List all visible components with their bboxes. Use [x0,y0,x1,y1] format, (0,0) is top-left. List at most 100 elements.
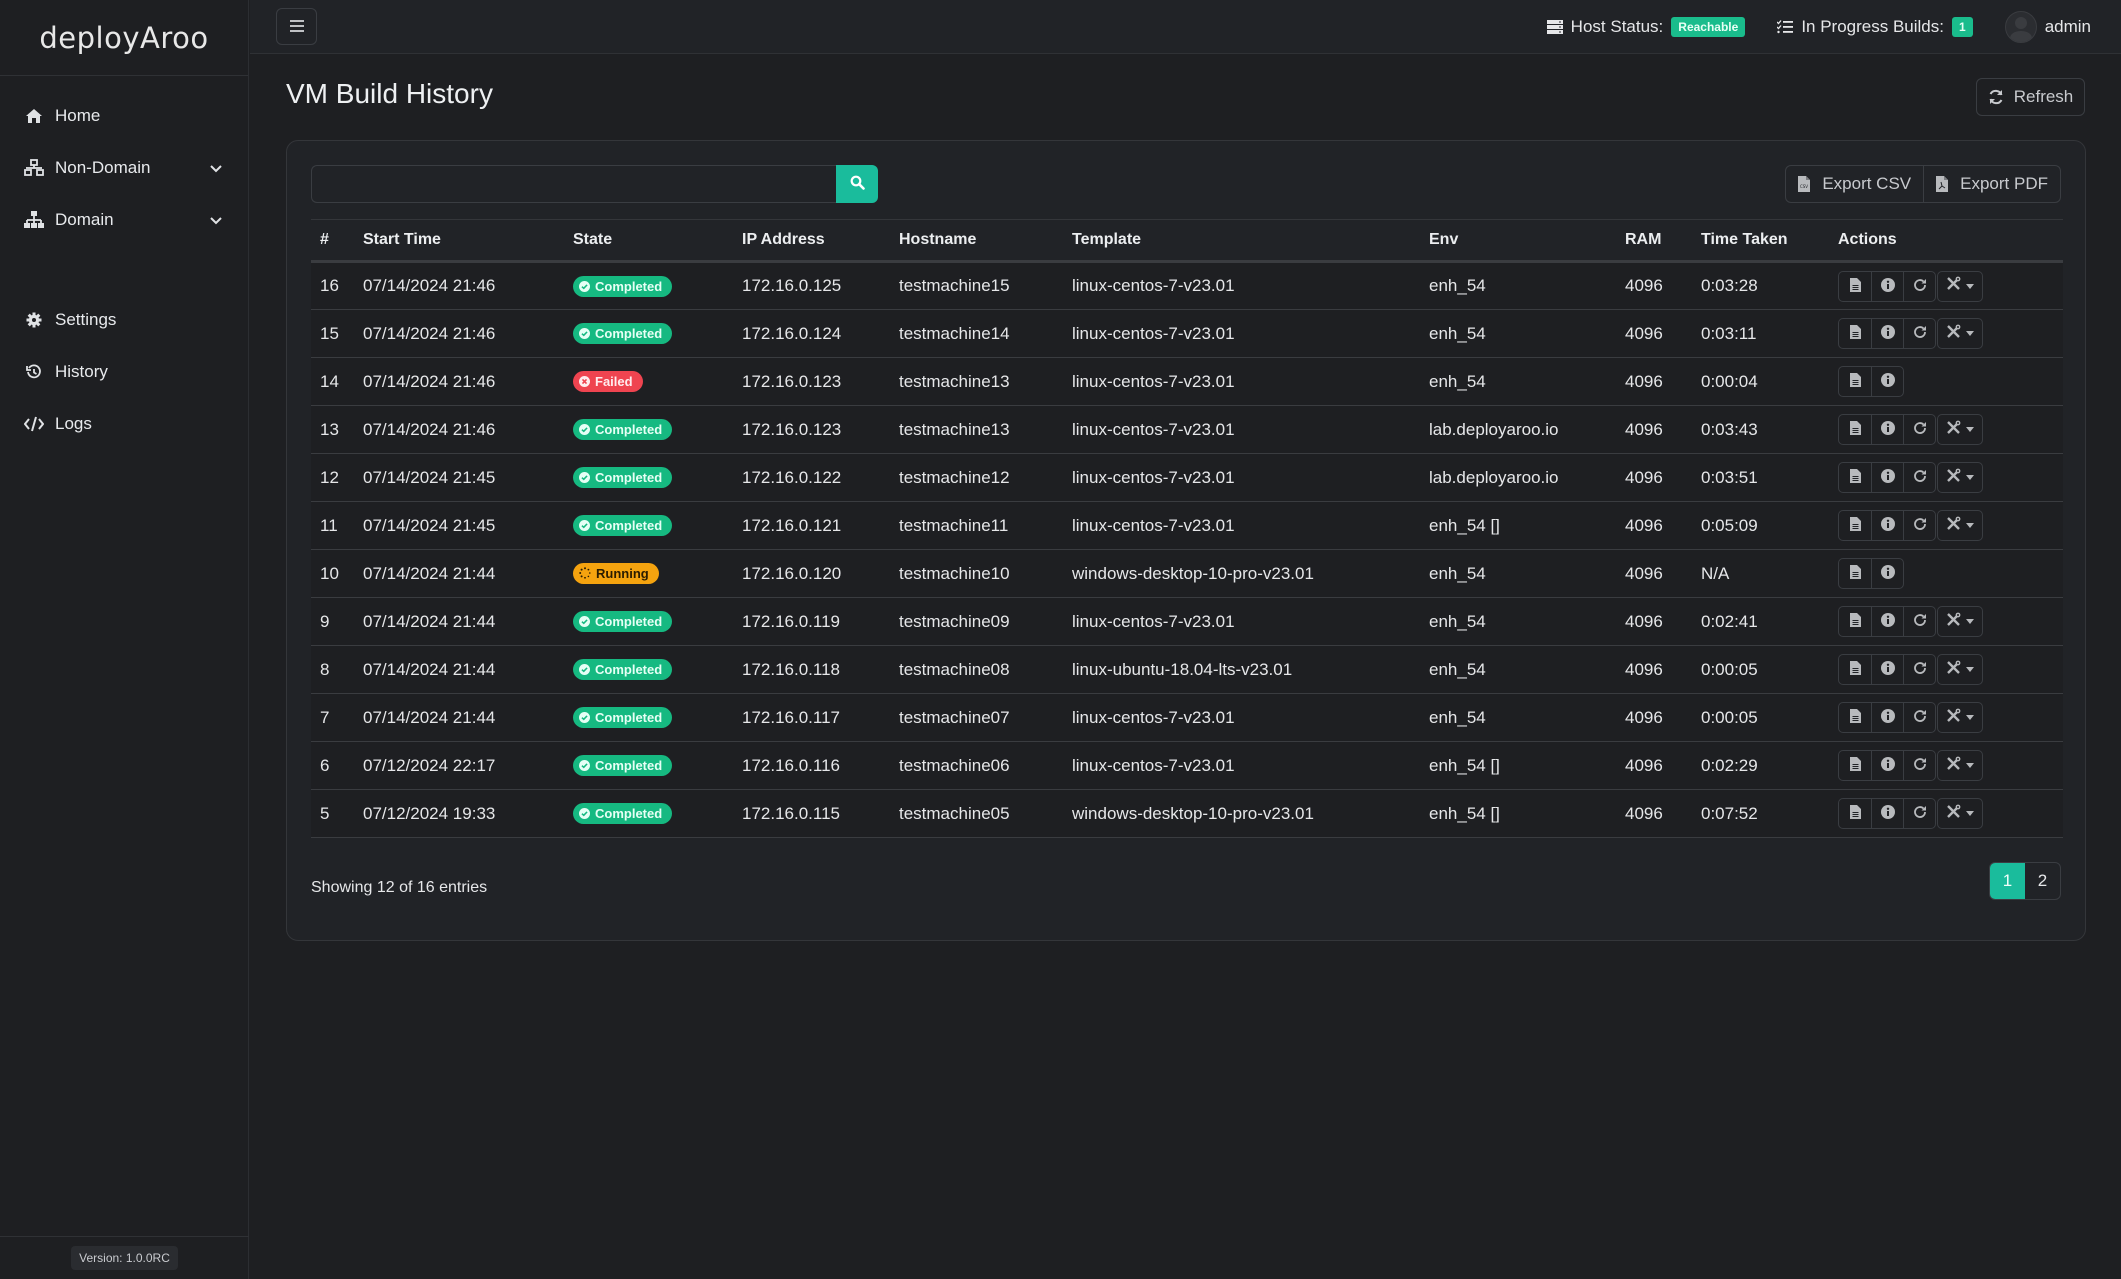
view-log-button[interactable] [1839,559,1871,588]
table-row[interactable]: 11 07/14/2024 21:45 Completed 172.16.0.1… [311,501,2063,550]
view-log-button[interactable] [1839,367,1871,396]
info-button[interactable] [1871,319,1903,348]
info-button[interactable] [1871,607,1903,636]
rebuild-button[interactable] [1903,799,1935,828]
status-badge-label: Running [596,565,649,581]
cell-template: linux-centos-7-v23.01 [1072,467,1235,487]
cell-state: Completed [564,310,733,358]
info-button[interactable] [1871,463,1903,492]
cell-template: linux-centos-7-v23.01 [1072,755,1235,775]
cell-template: linux-centos-7-v23.01 [1072,707,1235,727]
search-input[interactable] [311,165,836,203]
rebuild-button[interactable] [1903,655,1935,684]
info-button[interactable] [1871,751,1903,780]
chevron-down-icon[interactable] [208,160,224,176]
page-button-2[interactable]: 2 [2025,863,2060,899]
info-button[interactable] [1871,559,1903,588]
page-button-1[interactable]: 1 [1990,863,2025,899]
cell-env: enh_54 [1429,371,1486,391]
sidebar-toggle-button[interactable] [276,8,317,45]
column-header-ip-address[interactable]: IP Address [733,219,890,263]
chevron-down-icon[interactable] [208,212,224,228]
refresh-button[interactable]: Refresh [1976,78,2085,116]
info-button[interactable] [1871,655,1903,684]
table-row[interactable]: 6 07/12/2024 22:17 Completed 172.16.0.11… [311,741,2063,790]
view-log-button[interactable] [1839,703,1871,732]
tools-dropdown-button[interactable] [1937,750,1983,781]
in-progress-builds[interactable]: In Progress Builds: 1 [1777,16,1973,37]
rebuild-button[interactable] [1903,751,1935,780]
tools-dropdown-button[interactable] [1937,318,1983,349]
view-log-button[interactable] [1839,751,1871,780]
caret-down-icon [1966,283,1974,289]
table-row[interactable]: 5 07/12/2024 19:33 Completed 172.16.0.11… [311,789,2063,838]
x-circle-icon [579,376,590,387]
user-menu[interactable]: admin [2004,10,2091,43]
info-button[interactable] [1871,367,1903,396]
rebuild-button[interactable] [1903,607,1935,636]
view-log-button[interactable] [1839,463,1871,492]
sidebar-item-settings[interactable]: Settings [0,294,248,346]
caret-down-icon [1966,427,1974,432]
view-log-button[interactable] [1839,319,1871,348]
cell-time-taken: 0:03:43 [1701,419,1758,439]
column-header-hostname[interactable]: Hostname [890,219,1063,263]
tools-dropdown-button[interactable] [1937,270,1983,302]
sidebar-item-domain[interactable]: Domain [0,194,248,246]
column-header-ram[interactable]: RAM [1616,219,1692,263]
rebuild-button[interactable] [1903,511,1935,540]
cell-ram: 4096 [1625,323,1663,343]
info-button[interactable] [1871,703,1903,732]
rebuild-button[interactable] [1903,271,1935,301]
table-row[interactable]: 13 07/14/2024 21:46 Completed 172.16.0.1… [311,405,2063,454]
rebuild-button[interactable] [1903,319,1935,348]
column-header-state[interactable]: State [564,219,733,263]
export-csv-button[interactable]: CSV Export CSV [1786,166,1923,202]
cell-state: Failed [564,358,733,406]
view-log-button[interactable] [1839,272,1871,301]
sidebar-item-label: Non-Domain [55,158,151,177]
export-pdf-button[interactable]: Export PDF [1923,166,2060,202]
table-row[interactable]: 8 07/14/2024 21:44 Completed 172.16.0.11… [311,645,2063,694]
view-log-button[interactable] [1839,655,1871,684]
column-header-start-time[interactable]: Start Time [354,219,564,263]
table-row[interactable]: 15 07/14/2024 21:46 Completed 172.16.0.1… [311,309,2063,358]
table-row[interactable]: 12 07/14/2024 21:45 Completed 172.16.0.1… [311,453,2063,502]
table-row[interactable]: 16 07/14/2024 21:46 Completed 172.16.0.1… [311,261,2063,310]
rebuild-button[interactable] [1903,415,1935,444]
tools-dropdown-button[interactable] [1937,510,1983,541]
column-header-env[interactable]: Env [1420,219,1616,263]
search-button[interactable] [836,165,878,203]
view-log-button[interactable] [1839,607,1871,636]
view-log-button[interactable] [1839,511,1871,540]
in-progress-count-badge: 1 [1952,16,1973,37]
column-header-time-taken[interactable]: Time Taken [1692,219,1829,263]
tools-dropdown-button[interactable] [1937,462,1983,493]
file-icon [1849,325,1861,342]
sidebar-item-home[interactable]: Home [0,90,248,142]
tools-dropdown-button[interactable] [1937,702,1983,733]
sidebar-item-non-domain[interactable]: Non-Domain [0,142,248,194]
sidebar-item-logs[interactable]: Logs [0,398,248,450]
rebuild-button[interactable] [1903,703,1935,732]
sidebar-item-history[interactable]: History [0,346,248,398]
column-header-template[interactable]: Template [1063,219,1420,263]
info-button[interactable] [1871,271,1903,301]
info-button[interactable] [1871,415,1903,444]
table-row[interactable]: 10 07/14/2024 21:44 Running 172.16.0.120… [311,549,2063,598]
view-log-button[interactable] [1839,799,1871,828]
info-button[interactable] [1871,511,1903,540]
info-button[interactable] [1871,799,1903,828]
column-header-id[interactable]: # [311,219,354,263]
table-row[interactable]: 9 07/14/2024 21:44 Completed 172.16.0.11… [311,597,2063,646]
table-row[interactable]: 14 07/14/2024 21:46 Failed 172.16.0.123 … [311,357,2063,406]
rebuild-button[interactable] [1903,463,1935,492]
tools-dropdown-button[interactable] [1937,606,1983,637]
tools-dropdown-button[interactable] [1937,798,1983,829]
tools-dropdown-button[interactable] [1937,654,1983,685]
tools-dropdown-button[interactable] [1937,414,1983,445]
brand-logo[interactable]: deployAroo [0,0,248,76]
table-row[interactable]: 7 07/14/2024 21:44 Completed 172.16.0.11… [311,693,2063,742]
view-log-button[interactable] [1839,415,1871,444]
cell-template: linux-centos-7-v23.01 [1072,515,1235,535]
